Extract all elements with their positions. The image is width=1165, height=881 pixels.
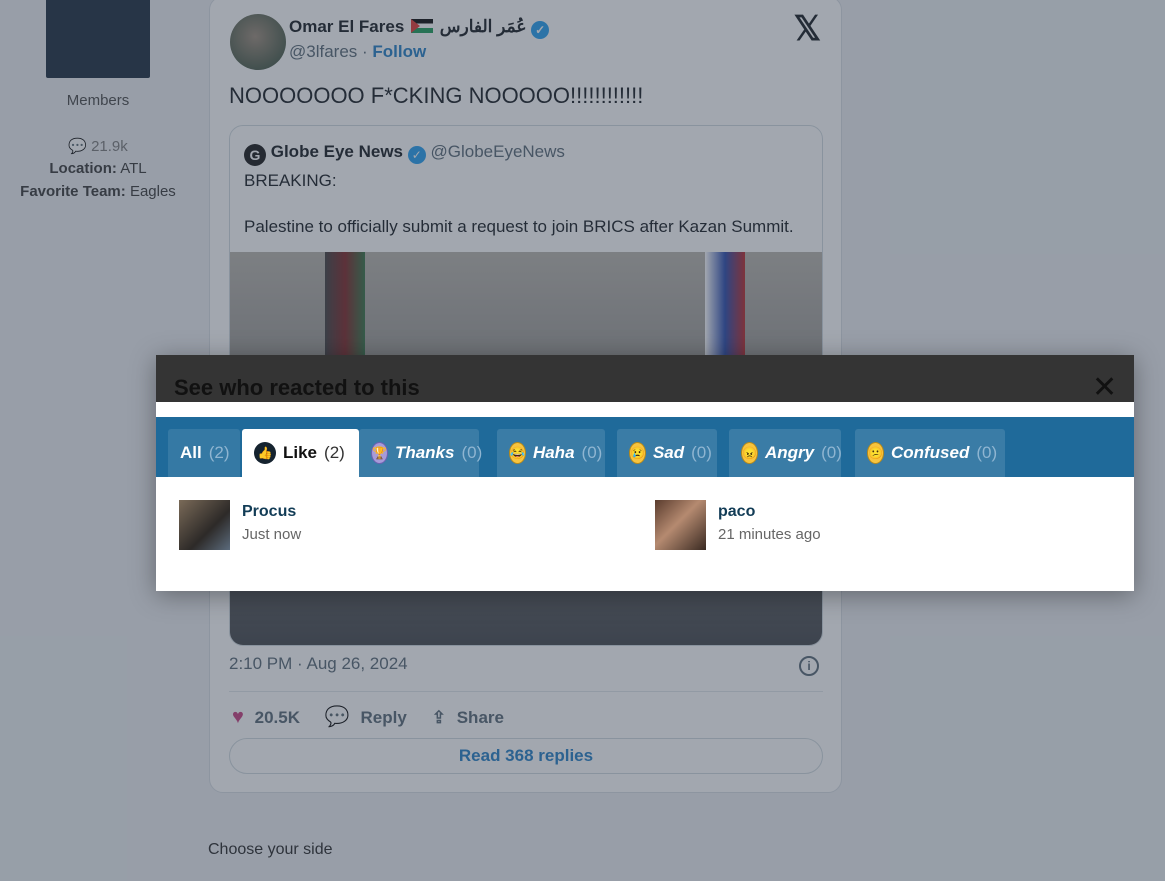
tab-all[interactable]: All (2) xyxy=(168,429,240,477)
reaction-tabs: All (2) 👍 Like (2) 🏆 Thanks (0) 😂 Haha (0) 😢… xyxy=(156,417,1134,477)
sad-face-icon: 😢 xyxy=(629,442,646,464)
close-icon[interactable]: ✕ xyxy=(1092,373,1117,403)
modal-title: See who reacted to this xyxy=(174,375,420,400)
tab-sad[interactable]: 😢 Sad (0) xyxy=(617,429,717,477)
tab-thanks[interactable]: 🏆 Thanks (0) xyxy=(359,429,482,477)
angry-face-icon: 😠 xyxy=(741,442,758,464)
tab-confused[interactable]: 😕 Confused (0) xyxy=(855,429,1005,477)
reactor-username[interactable]: paco xyxy=(718,503,755,521)
reaction-time: 21 minutes ago xyxy=(718,526,821,543)
confused-face-icon: 😕 xyxy=(867,442,884,464)
tab-haha[interactable]: 😂 Haha (0) xyxy=(497,429,605,477)
reaction-time: Just now xyxy=(242,526,302,543)
reactor-username[interactable]: Procus xyxy=(242,503,296,521)
reactions-modal: See who reacted to this ✕ All (2) 👍 Like(… xyxy=(156,355,1134,591)
laughing-face-icon: 😂 xyxy=(509,442,526,464)
tab-angry[interactable]: 😠 Angry (0) xyxy=(729,429,842,477)
trophy-icon: 🏆 xyxy=(371,442,388,464)
avatar[interactable] xyxy=(179,500,230,550)
thumbs-up-icon: 👍 xyxy=(254,442,276,464)
tab-like[interactable]: 👍 Like (2) xyxy=(242,429,359,477)
avatar[interactable] xyxy=(655,500,706,550)
